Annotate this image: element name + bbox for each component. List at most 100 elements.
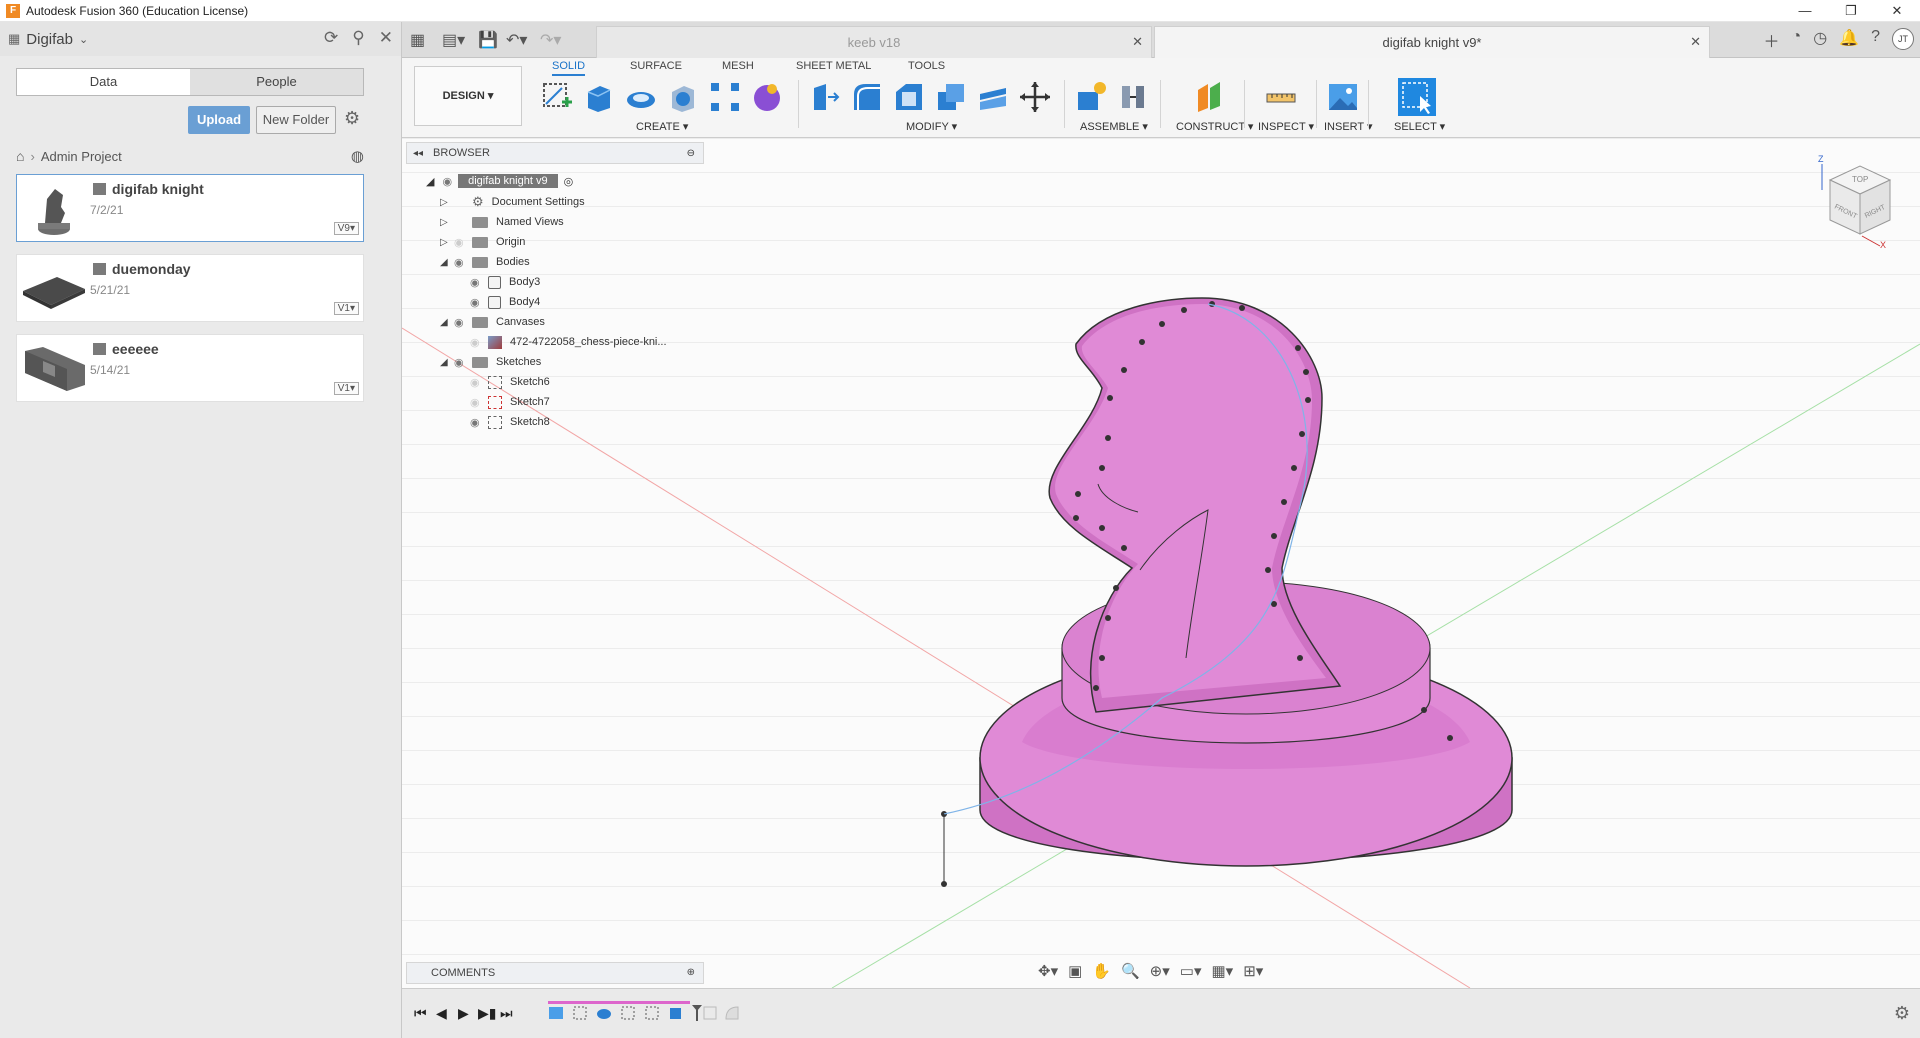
assemble-menu[interactable]: ASSEMBLE ▾ (1080, 120, 1148, 133)
tree-item-document-settings[interactable]: ▷ ⚙ Document Settings (440, 192, 585, 212)
activate-radio-icon[interactable]: ◎ (564, 175, 574, 188)
tree-item-canvas-image[interactable]: ◉ 472-4722058_chess-piece-kni... (470, 332, 667, 352)
tree-item-origin[interactable]: ▷ ◉ Origin (440, 232, 525, 252)
timeline-revolve-icon[interactable] (596, 1005, 612, 1021)
tree-item-named-views[interactable]: ▷ Named Views (440, 212, 564, 232)
file-card[interactable]: digifab knight 7/2/21 V9▾ (16, 174, 364, 242)
undo-icon[interactable]: ↶▾ (506, 30, 527, 50)
breadcrumb-project[interactable]: Admin Project (41, 149, 122, 164)
refresh-icon[interactable]: ⟳ (324, 28, 338, 48)
pan-icon[interactable]: ✋ (1092, 962, 1111, 980)
tab-sheet-metal[interactable]: SHEET METAL (796, 60, 871, 72)
expand-triangle-icon[interactable]: ▷ (440, 217, 454, 228)
inspect-menu[interactable]: INSPECT ▾ (1258, 120, 1314, 133)
team-name[interactable]: Digifab (26, 31, 73, 48)
tree-item-sketch7[interactable]: ◉ Sketch7 (470, 392, 550, 412)
step-forward-icon[interactable]: ▶▮ (478, 1005, 496, 1022)
visibility-eye-icon[interactable]: ◉ (454, 316, 472, 329)
create-sketch-icon[interactable] (540, 80, 574, 114)
go-to-start-icon[interactable]: ⏮ (414, 1005, 427, 1022)
search-icon[interactable]: ⚲ (352, 28, 364, 48)
tree-item-body4[interactable]: ◉ Body4 (470, 292, 540, 312)
save-icon[interactable]: 💾 (478, 30, 498, 50)
visibility-eye-icon[interactable]: ◉ (470, 276, 488, 289)
offset-face-icon[interactable] (976, 80, 1010, 114)
select-icon[interactable] (1398, 78, 1436, 116)
insert-menu[interactable]: INSERT ▾ (1324, 120, 1373, 133)
timeline-suppressed-icon[interactable] (702, 1005, 718, 1021)
gear-icon[interactable]: ⚙ (1894, 1003, 1910, 1024)
visibility-eye-icon[interactable]: ◉ (454, 236, 472, 249)
rectangular-pattern-icon[interactable] (708, 80, 742, 114)
chamfer-icon[interactable] (892, 80, 926, 114)
visibility-eye-icon[interactable]: ◉ (470, 416, 488, 429)
visibility-eye-icon[interactable]: ◉ (454, 356, 472, 369)
zoom-icon[interactable]: 🔍 (1121, 962, 1140, 980)
version-badge[interactable]: V1▾ (333, 302, 359, 315)
form-icon[interactable] (750, 80, 784, 114)
upload-button[interactable]: Upload (188, 106, 250, 134)
tree-item-sketches[interactable]: ◢ ◉ Sketches (440, 352, 541, 372)
grid-settings-icon[interactable]: ▦▾ (1211, 962, 1233, 980)
add-comment-icon[interactable]: ⊕ (687, 963, 695, 983)
chevron-down-icon[interactable]: ⌄ (79, 33, 88, 46)
tree-item-canvases[interactable]: ◢ ◉ Canvases (440, 312, 545, 332)
zoom-window-icon[interactable]: ⊕▾ (1150, 962, 1170, 980)
visibility-eye-icon[interactable]: ◉ (442, 175, 452, 188)
help-icon[interactable]: ? (1871, 28, 1880, 52)
tab-solid[interactable]: SOLID (552, 60, 586, 76)
play-icon[interactable]: ▶ (458, 1005, 469, 1022)
tree-item-body3[interactable]: ◉ Body3 (470, 272, 540, 292)
new-component-icon[interactable] (1074, 80, 1108, 114)
visibility-eye-icon[interactable]: ◉ (470, 336, 488, 349)
construct-menu[interactable]: CONSTRUCT ▾ (1176, 120, 1253, 133)
close-panel-icon[interactable]: ✕ (379, 28, 393, 48)
viewports-icon[interactable]: ⊞▾ (1243, 962, 1263, 980)
select-menu[interactable]: SELECT ▾ (1394, 120, 1445, 133)
tree-item-sketch8[interactable]: ◉ Sketch8 (470, 412, 550, 432)
file-card[interactable]: eeeeee 5/14/21 V1▾ (16, 334, 364, 402)
workspace-switcher-button[interactable]: DESIGN ▾ (414, 66, 522, 126)
browser-root[interactable]: ◢ ◉ digifab knight v9 ◎ (426, 172, 573, 190)
close-tab-icon[interactable]: ✕ (1690, 34, 1701, 50)
notifications-icon[interactable]: 🔔 (1839, 28, 1859, 52)
expand-triangle-icon[interactable]: ▷ (440, 197, 454, 208)
offset-plane-icon[interactable] (1192, 80, 1226, 114)
tree-item-bodies[interactable]: ◢ ◉ Bodies (440, 252, 530, 272)
redo-icon[interactable]: ↷▾ (540, 30, 561, 50)
tab-data[interactable]: Data (17, 69, 190, 95)
create-menu[interactable]: CREATE ▾ (636, 120, 688, 133)
viewcube[interactable]: TOP FRONT RIGHT Z X (1812, 150, 1902, 250)
pin-icon[interactable]: ⊖ (687, 148, 695, 159)
tab-tools[interactable]: TOOLS (908, 60, 945, 72)
new-tab-icon[interactable]: ＋ (1764, 28, 1780, 52)
tab-surface[interactable]: SURFACE (630, 60, 682, 72)
close-window-button[interactable]: ✕ (1874, 0, 1920, 22)
press-pull-icon[interactable] (808, 80, 842, 114)
file-menu-icon[interactable]: ▤▾ (442, 30, 465, 50)
visibility-eye-icon[interactable]: ◉ (470, 296, 488, 309)
viewcube-top-label[interactable]: TOP (1852, 175, 1868, 184)
extrude-icon[interactable] (582, 80, 616, 114)
app-grid-icon[interactable]: ▦ (410, 30, 425, 50)
job-status-icon[interactable]: ◷ (1813, 28, 1827, 52)
shell-icon[interactable] (666, 80, 700, 114)
version-badge[interactable]: V9▾ (333, 222, 359, 235)
restore-button[interactable]: ❐ (1828, 0, 1874, 22)
home-icon[interactable]: ⌂ (16, 148, 24, 164)
expand-triangle-icon[interactable]: ▷ (440, 237, 454, 248)
avatar[interactable]: JT (1892, 28, 1914, 50)
timeline-extrude-icon[interactable] (668, 1005, 684, 1021)
visibility-eye-icon[interactable]: ◉ (470, 376, 488, 389)
look-at-icon[interactable]: ▣ (1068, 962, 1082, 980)
gear-icon[interactable]: ⚙ (344, 108, 360, 129)
file-card[interactable]: duemonday 5/21/21 V1▾ (16, 254, 364, 322)
move-icon[interactable] (1018, 80, 1052, 114)
collapse-triangle-icon[interactable]: ◢ (440, 357, 454, 368)
visibility-eye-icon[interactable]: ◉ (470, 396, 488, 409)
collapse-triangle-icon[interactable]: ◢ (440, 317, 454, 328)
insert-canvas-icon[interactable] (1326, 80, 1360, 114)
modify-menu[interactable]: MODIFY ▾ (906, 120, 957, 133)
collapse-panel-icon[interactable]: ◂◂ (413, 148, 423, 159)
collapse-triangle-icon[interactable]: ◢ (426, 175, 434, 188)
